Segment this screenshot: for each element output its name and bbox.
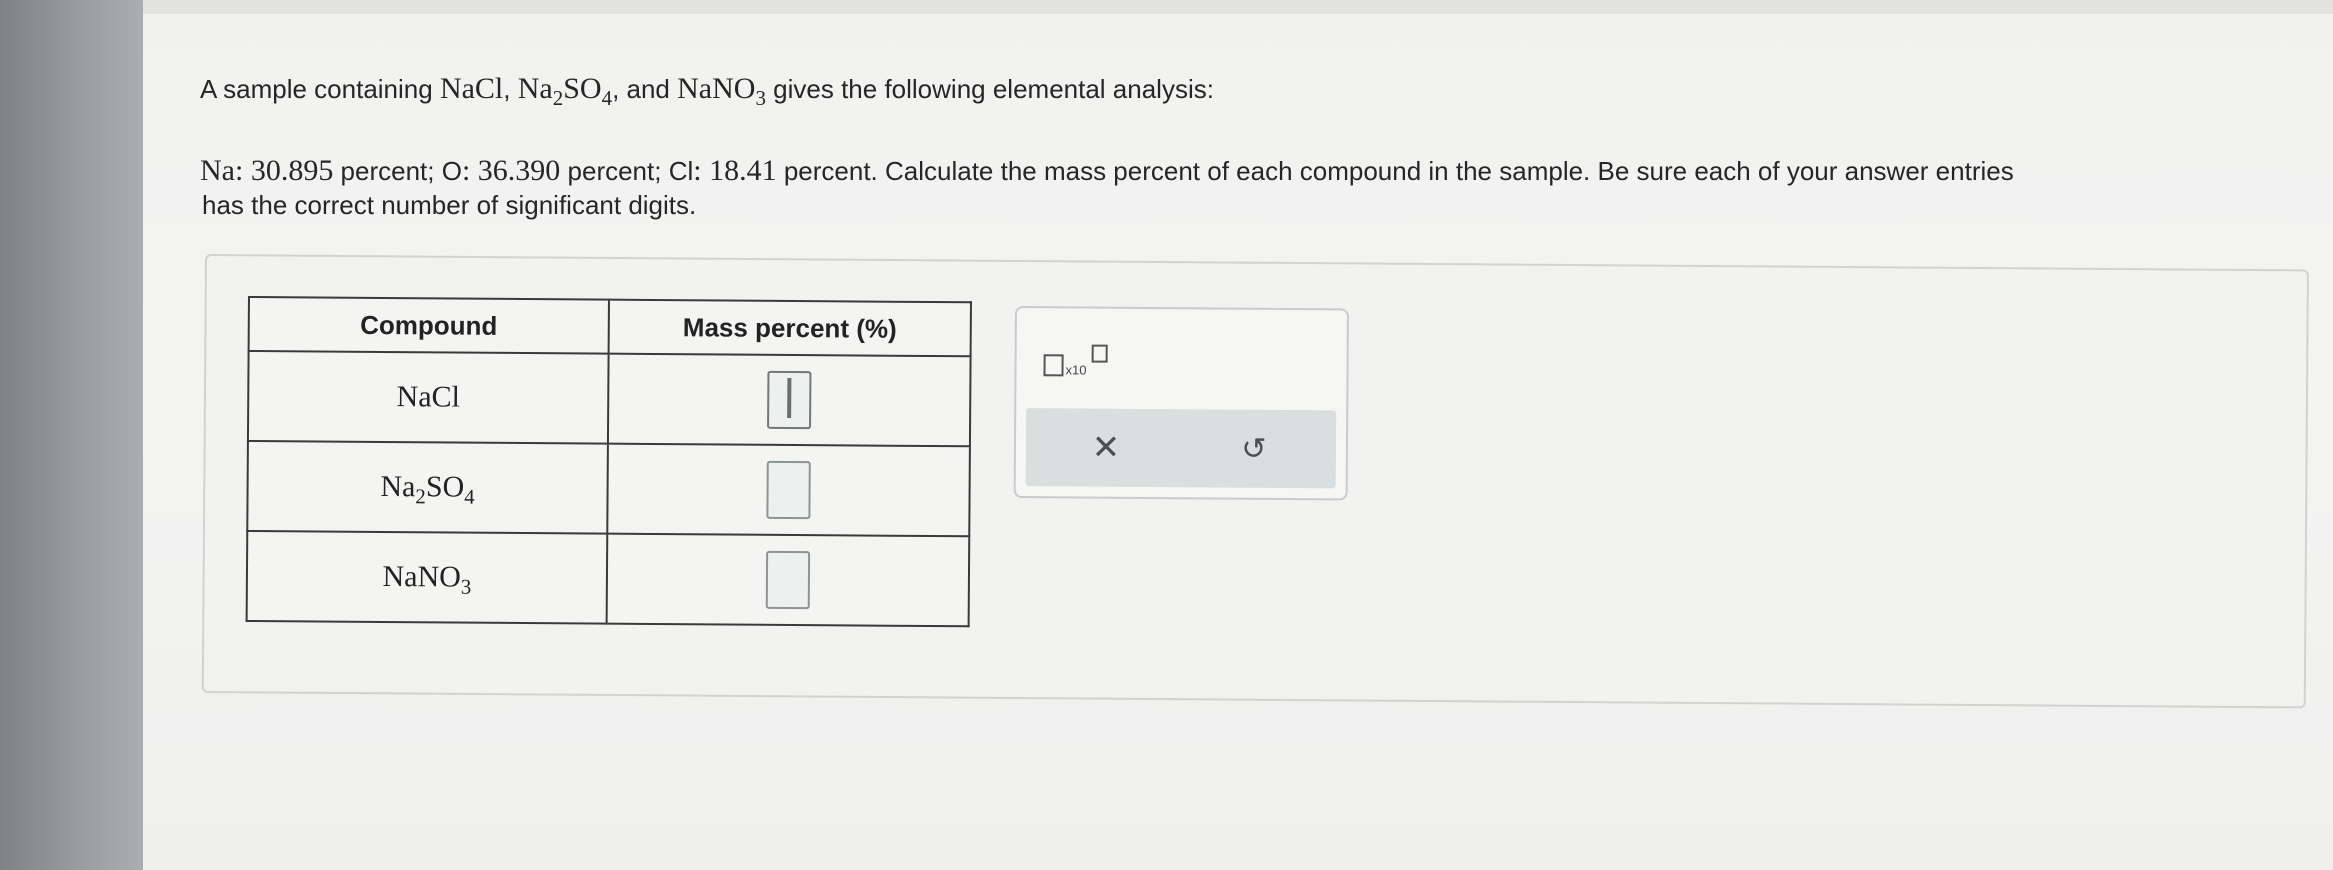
- undo-icon[interactable]: ↺: [1229, 424, 1279, 474]
- math-toolbox: x10 ✕ ↺: [1013, 306, 1349, 501]
- mass-percent-input-nano3[interactable]: [765, 550, 811, 610]
- top-strip: [143, 0, 2333, 14]
- compound-na2so4: Na2SO4: [380, 469, 475, 509]
- table-row: NaCl: [247, 351, 971, 447]
- compound-cell: Na2SO4: [247, 441, 608, 534]
- table-header-row: Compound Mass percent (%): [248, 297, 971, 357]
- screen-bezel: [0, 0, 145, 870]
- header-mass-percent: Mass percent (%): [608, 299, 971, 357]
- mass-cell: [606, 533, 970, 627]
- toolbox-actions: ✕ ↺: [1025, 408, 1337, 489]
- mass-cell: [607, 353, 971, 447]
- compound-cell: NaCl: [247, 351, 609, 444]
- table-row: Na2SO4: [247, 441, 970, 537]
- mass-percent-input-nacl[interactable]: [767, 370, 812, 430]
- scientific-notation-button[interactable]: x10: [1043, 344, 1113, 385]
- clear-icon[interactable]: ✕: [1081, 422, 1131, 472]
- compound-nano3: NaNO3: [382, 559, 472, 599]
- mass-cell: [607, 443, 970, 537]
- answer-table: Compound Mass percent (%) NaCl Na2SO4 Na…: [245, 296, 972, 628]
- compound-cell: NaNO3: [246, 531, 608, 624]
- header-compound: Compound: [248, 297, 609, 354]
- exponent-box-icon: [1091, 344, 1108, 363]
- question-intro: A sample containing NaCl, Na2SO4, and Na…: [200, 72, 1214, 110]
- mantissa-box-icon: [1043, 354, 1064, 377]
- mass-percent-input-na2so4[interactable]: [766, 460, 811, 520]
- table-row: NaNO3: [246, 531, 970, 627]
- text-cursor: [787, 377, 792, 418]
- times-ten-label: x10: [1065, 362, 1087, 378]
- question-instruction: has the correct number of significant di…: [202, 190, 697, 220]
- question-analysis: Na: 30.895 percent; O: 36.390 percent; C…: [200, 154, 2014, 187]
- compound-nacl: NaCl: [396, 380, 461, 414]
